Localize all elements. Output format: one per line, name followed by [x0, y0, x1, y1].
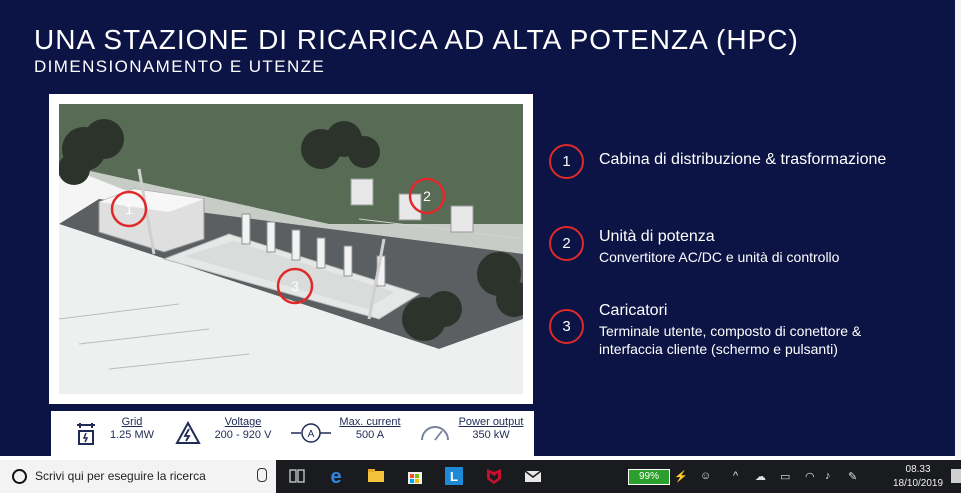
slide-title: UNA STAZIONE DI RICARICA AD ALTA POTENZA… [34, 24, 799, 55]
pen-icon[interactable]: ✎ [848, 470, 857, 483]
clock-date: 18/10/2019 [893, 478, 944, 489]
svg-text:2: 2 [423, 188, 431, 204]
clock-time: 08.33 [905, 464, 931, 475]
high-voltage-icon [175, 421, 201, 444]
legend-number: 2 [549, 226, 584, 261]
mail-icon[interactable] [523, 466, 543, 486]
people-icon[interactable]: ☺ [700, 470, 711, 482]
wifi-icon[interactable]: ◠ [805, 470, 815, 483]
edge-icon[interactable]: e [326, 466, 346, 486]
svg-text:L: L [450, 469, 458, 484]
search-input[interactable]: Scrivi qui per eseguire la ricerca [35, 469, 206, 483]
legend-subtitle: interfaccia cliente (schermo e pulsanti) [599, 341, 838, 357]
chevron-up-icon[interactable]: ^ [733, 470, 738, 482]
app-l-icon[interactable]: L [444, 466, 464, 486]
volume-icon[interactable]: ♪ [825, 470, 831, 482]
spec-grid: Grid 1.25 MW [109, 416, 154, 441]
battery-icon[interactable]: ▭ [780, 470, 790, 483]
grid-icon [77, 423, 95, 445]
store-icon[interactable] [405, 466, 425, 486]
legend-title: Unità di potenza [599, 228, 715, 245]
ammeter-icon: A [291, 423, 331, 443]
presentation-slide: UNA STAZIONE DI RICARICA AD ALTA POTENZA… [0, 0, 955, 456]
taskbar-clock[interactable]: 08.33 18/10/2019 [893, 463, 943, 491]
slide-subtitle: DIMENSIONAMENTO E UTENZE [34, 57, 326, 76]
notification-center-icon[interactable] [951, 469, 961, 483]
windows-taskbar: Scrivi qui per eseguire la ricerca e L 9… [0, 460, 961, 493]
legend-number: 3 [549, 309, 584, 344]
spec-max-current: Max. current 500 A [339, 416, 401, 441]
legend-title: Cabina di distribuzione & trasformazione [599, 151, 887, 168]
gauge-icon [421, 426, 449, 441]
onedrive-icon[interactable]: ☁ [755, 470, 766, 483]
svg-text:e: e [330, 466, 341, 486]
battery-indicator[interactable]: 99% [628, 469, 670, 485]
charging-station-illustration: 1 2 3 [49, 94, 533, 404]
specs-strip: Grid 1.25 MW Voltage 200 - 920 V A Max. … [51, 411, 534, 456]
task-view-icon[interactable] [287, 466, 307, 486]
svg-text:A: A [308, 429, 315, 440]
file-explorer-icon[interactable] [366, 466, 386, 486]
taskbar-search-box[interactable]: Scrivi qui per eseguire la ricerca [0, 460, 276, 493]
power-plug-icon[interactable]: ⚡ [674, 470, 688, 483]
spec-voltage: Voltage 200 - 920 V [214, 416, 272, 441]
legend-subtitle: Convertitore AC/DC e unità di controllo [599, 249, 840, 265]
legend-title: Caricatori [599, 302, 668, 319]
mcafee-icon[interactable] [484, 466, 504, 486]
station-render: 1 2 3 [59, 104, 523, 394]
cortana-icon[interactable] [12, 469, 27, 484]
svg-text:1: 1 [125, 201, 133, 217]
legend-number: 1 [549, 144, 584, 179]
spec-power-output: Power output 350 kW [458, 416, 524, 441]
scrollbar[interactable] [955, 0, 961, 460]
svg-text:3: 3 [291, 278, 299, 294]
legend-subtitle: Terminale utente, composto di conettore … [599, 323, 862, 339]
microphone-icon[interactable] [257, 468, 267, 482]
